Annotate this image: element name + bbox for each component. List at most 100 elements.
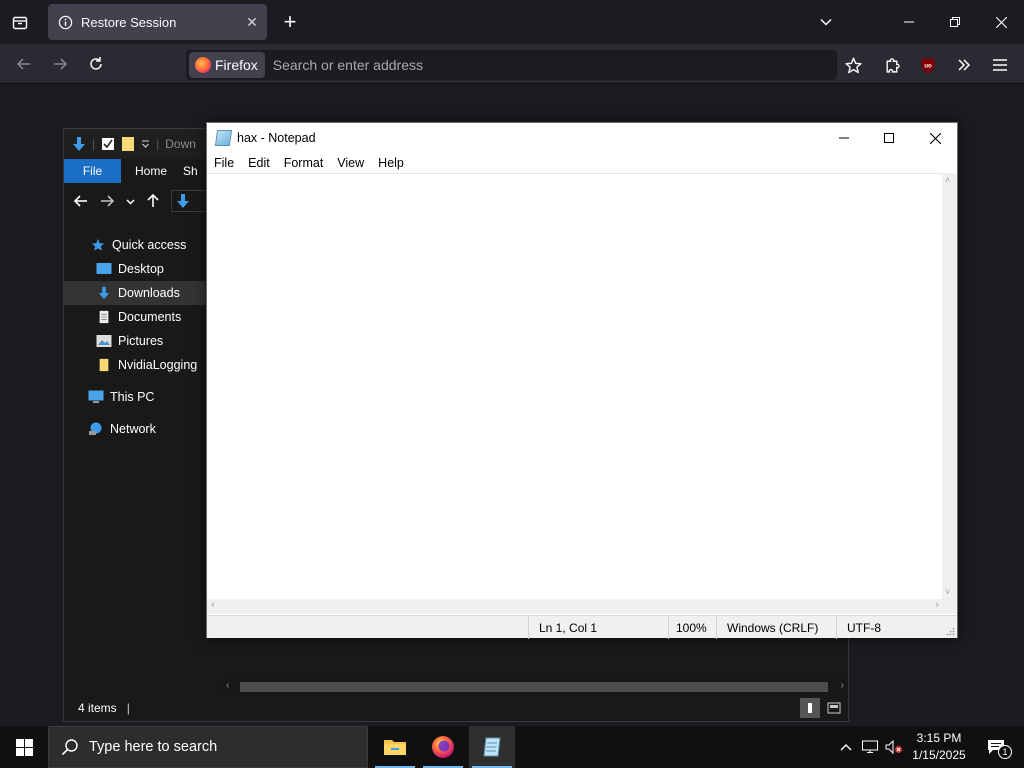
- scroll-right-arrow-icon[interactable]: ›: [841, 680, 844, 691]
- scroll-left-arrow-icon[interactable]: ‹: [226, 680, 229, 691]
- forward-arrow-icon[interactable]: [100, 194, 114, 208]
- customize-toolbar-chevron-icon[interactable]: [141, 139, 150, 149]
- taskbar-file-explorer[interactable]: [372, 726, 418, 768]
- firefox-logo-icon: [432, 736, 454, 758]
- identity-box[interactable]: Firefox: [189, 52, 265, 78]
- scroll-left-arrow-icon[interactable]: ‹: [211, 599, 215, 611]
- taskbar-firefox[interactable]: [420, 726, 466, 768]
- forward-button[interactable]: [46, 50, 74, 78]
- scroll-down-arrow-icon[interactable]: ˅: [945, 587, 950, 597]
- maximize-icon: [884, 133, 894, 143]
- file-explorer-folder-icon: [384, 740, 406, 755]
- close-tab-icon[interactable]: ✕: [237, 14, 267, 31]
- new-folder-icon[interactable]: [121, 136, 135, 152]
- taskbar-clock[interactable]: 3:15 PM 1/15/2025: [908, 730, 970, 764]
- taskbar-search-box[interactable]: Type here to search: [48, 726, 368, 768]
- back-arrow-icon[interactable]: [74, 194, 88, 208]
- notepad-horizontal-scrollbar[interactable]: ‹ ›: [207, 599, 943, 614]
- show-hidden-icons-button[interactable]: [834, 726, 858, 768]
- taskbar-notepad[interactable]: [469, 726, 515, 768]
- close-window-button[interactable]: [978, 0, 1024, 44]
- ublock-origin-button[interactable]: uo: [914, 50, 942, 80]
- volume-button[interactable]: [882, 726, 906, 768]
- close-icon: [929, 132, 941, 144]
- info-icon: [58, 15, 73, 29]
- notepad-menu-bar: File Edit Format View Help: [207, 153, 957, 173]
- search-placeholder: Type here to search: [89, 739, 218, 755]
- more-tools-button[interactable]: [950, 50, 978, 80]
- download-arrow-icon: [73, 137, 85, 151]
- back-button[interactable]: [10, 50, 38, 78]
- sidebar-item-desktop[interactable]: Desktop: [64, 257, 206, 281]
- menu-edit[interactable]: Edit: [241, 153, 277, 173]
- zoom-level: 100%: [668, 616, 716, 639]
- picture-icon: [96, 335, 112, 347]
- sidebar-item-pictures[interactable]: Pictures: [64, 329, 206, 353]
- recent-locations-chevron-icon[interactable]: [126, 197, 135, 206]
- notepad-close-button[interactable]: [912, 123, 958, 153]
- list-all-tabs-button[interactable]: [812, 8, 840, 36]
- app-menu-button[interactable]: [986, 50, 1014, 80]
- firefox-tab-bar: Restore Session ✕ +: [0, 0, 1024, 44]
- reload-button[interactable]: [82, 50, 110, 78]
- extensions-button[interactable]: [878, 50, 906, 80]
- tab-restore-session[interactable]: Restore Session ✕: [48, 4, 267, 40]
- notepad-text-area-container: [207, 173, 943, 599]
- network-status-button[interactable]: [858, 726, 882, 768]
- ribbon-tab-home[interactable]: Home: [121, 159, 181, 183]
- sidebar-item-this-pc[interactable]: This PC: [64, 385, 206, 409]
- start-button[interactable]: [0, 726, 48, 768]
- address-bar[interactable]: Firefox: [186, 50, 837, 80]
- scroll-up-arrow-icon[interactable]: ˄: [945, 175, 950, 185]
- minimize-button[interactable]: [886, 0, 932, 44]
- ribbon-tab-file[interactable]: File: [64, 159, 121, 183]
- toolbar-separator: |: [156, 137, 160, 151]
- properties-checkbox-icon[interactable]: [101, 137, 115, 151]
- notepad-app-icon: [483, 737, 501, 757]
- address-input[interactable]: [272, 57, 837, 73]
- notepad-maximize-button[interactable]: [866, 123, 912, 153]
- large-icons-view-button[interactable]: [824, 698, 844, 718]
- firefox-logo-icon: [195, 57, 211, 73]
- sidebar-item-downloads[interactable]: Downloads: [64, 281, 206, 305]
- notepad-status-bar: Ln 1, Col 1 100% Windows (CRLF) UTF-8: [207, 615, 957, 639]
- restore-icon: [950, 17, 960, 27]
- scroll-right-arrow-icon[interactable]: ›: [935, 599, 939, 611]
- menu-file[interactable]: File: [207, 153, 241, 173]
- sidebar-item-documents[interactable]: Documents: [64, 305, 206, 329]
- ublock-shield-icon: uo: [921, 57, 935, 73]
- new-tab-button[interactable]: +: [276, 8, 304, 36]
- cursor-position: Ln 1, Col 1: [528, 616, 668, 639]
- scrollbar-thumb[interactable]: [240, 682, 828, 692]
- reload-icon: [90, 57, 102, 70]
- double-chevron-right-icon: [958, 59, 971, 71]
- puzzle-piece-icon: [885, 57, 900, 73]
- notepad-minimize-button[interactable]: [821, 123, 867, 153]
- firefox-view-icon: [12, 16, 28, 30]
- menu-view[interactable]: View: [330, 153, 371, 173]
- firefox-view-button[interactable]: [6, 9, 34, 37]
- plus-icon: +: [283, 9, 297, 34]
- volume-muted-icon: [885, 740, 902, 754]
- action-center-button[interactable]: 1: [976, 726, 1016, 768]
- search-icon: [61, 739, 78, 756]
- sidebar-item-nvidialogging[interactable]: NvidiaLogging: [64, 353, 206, 377]
- sidebar-item-quick-access[interactable]: Quick access: [64, 233, 206, 257]
- desktop-folder-icon: [96, 263, 112, 274]
- explorer-horizontal-scrollbar[interactable]: ‹ ›: [222, 679, 848, 695]
- bookmark-star-button[interactable]: [839, 50, 867, 80]
- menu-help[interactable]: Help: [371, 153, 411, 173]
- notepad-text-area[interactable]: [207, 174, 943, 599]
- sidebar-item-label: Desktop: [118, 262, 164, 276]
- menu-format[interactable]: Format: [277, 153, 331, 173]
- windows-logo-icon: [15, 738, 33, 756]
- resize-grip-icon[interactable]: [945, 626, 955, 636]
- notepad-vertical-scrollbar[interactable]: ˄ ˅: [942, 173, 957, 599]
- details-view-button[interactable]: [800, 698, 820, 718]
- sidebar-item-network[interactable]: Network: [64, 417, 206, 441]
- status-separator: |: [126, 701, 130, 715]
- address-crumb[interactable]: [171, 190, 207, 212]
- restore-button[interactable]: [932, 0, 978, 44]
- up-arrow-icon[interactable]: [147, 194, 159, 208]
- explorer-status-bar: 4 items |: [64, 695, 848, 721]
